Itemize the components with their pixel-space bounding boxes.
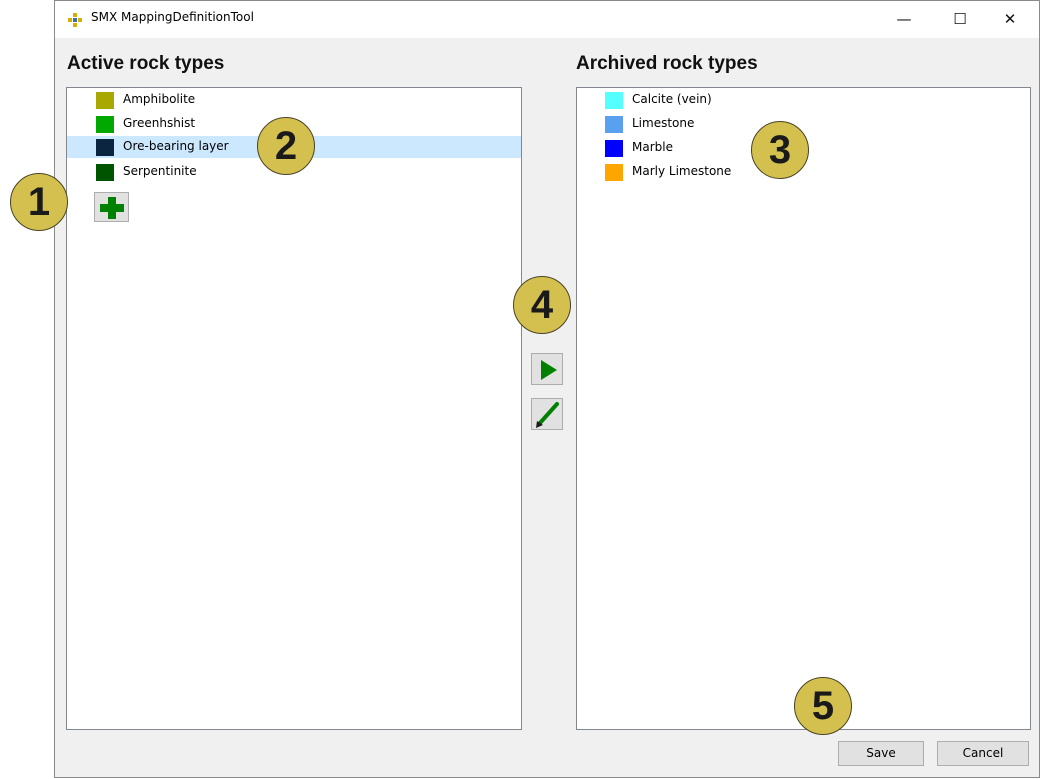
add-rock-type-button[interactable] bbox=[94, 192, 129, 222]
pencil-icon bbox=[536, 402, 559, 428]
maximize-button[interactable]: ☐ bbox=[937, 1, 983, 37]
list-item-label: Marble bbox=[632, 140, 673, 154]
minimize-button[interactable]: — bbox=[881, 1, 927, 37]
callout-badge-3: 3 bbox=[751, 121, 809, 179]
app-logo-icon bbox=[68, 13, 82, 27]
play-arrow-icon bbox=[541, 360, 557, 380]
list-item-label: Marly Limestone bbox=[632, 164, 732, 178]
list-item[interactable]: Calcite (vein) bbox=[577, 89, 1030, 111]
color-swatch bbox=[605, 116, 623, 133]
color-swatch bbox=[96, 92, 114, 109]
list-item[interactable]: Limestone bbox=[577, 113, 1030, 135]
app-window: SMX MappingDefinitionTool — ☐ ✕ Active r… bbox=[54, 0, 1040, 778]
window-title: SMX MappingDefinitionTool bbox=[91, 10, 254, 24]
archive-button[interactable] bbox=[531, 353, 563, 385]
callout-badge-5: 5 bbox=[794, 677, 852, 735]
list-item-label: Limestone bbox=[632, 116, 695, 130]
list-item-label: Amphibolite bbox=[123, 92, 196, 106]
close-button[interactable]: ✕ bbox=[987, 1, 1033, 37]
color-swatch bbox=[605, 164, 623, 181]
list-item-label: Calcite (vein) bbox=[632, 92, 712, 106]
list-item[interactable]: Amphibolite bbox=[67, 89, 521, 111]
archived-rock-types-heading: Archived rock types bbox=[576, 53, 758, 74]
callout-badge-4: 4 bbox=[513, 276, 571, 334]
archived-rock-types-list[interactable]: Calcite (vein) Limestone Marble Marly Li… bbox=[576, 87, 1031, 730]
color-swatch bbox=[605, 140, 623, 157]
save-button[interactable]: Save bbox=[838, 741, 924, 766]
cancel-button[interactable]: Cancel bbox=[937, 741, 1029, 766]
minimize-icon: — bbox=[896, 10, 912, 28]
color-swatch bbox=[96, 139, 114, 156]
color-swatch bbox=[605, 92, 623, 109]
close-icon: ✕ bbox=[1003, 10, 1017, 28]
callout-badge-2: 2 bbox=[257, 117, 315, 175]
title-bar[interactable]: SMX MappingDefinitionTool — ☐ ✕ bbox=[55, 1, 1039, 38]
active-rock-types-heading: Active rock types bbox=[67, 53, 225, 74]
active-rock-types-list[interactable]: Amphibolite Greenhshist Ore-bearing laye… bbox=[66, 87, 522, 730]
maximize-icon: ☐ bbox=[953, 10, 967, 28]
list-item-label: Ore-bearing layer bbox=[123, 139, 229, 153]
color-swatch bbox=[96, 164, 114, 181]
list-item-label: Greenhshist bbox=[123, 116, 196, 130]
plus-icon bbox=[100, 197, 124, 219]
list-item-label: Serpentinite bbox=[123, 164, 197, 178]
color-swatch bbox=[96, 116, 114, 133]
callout-badge-1: 1 bbox=[10, 173, 68, 231]
edit-button[interactable] bbox=[531, 398, 563, 430]
